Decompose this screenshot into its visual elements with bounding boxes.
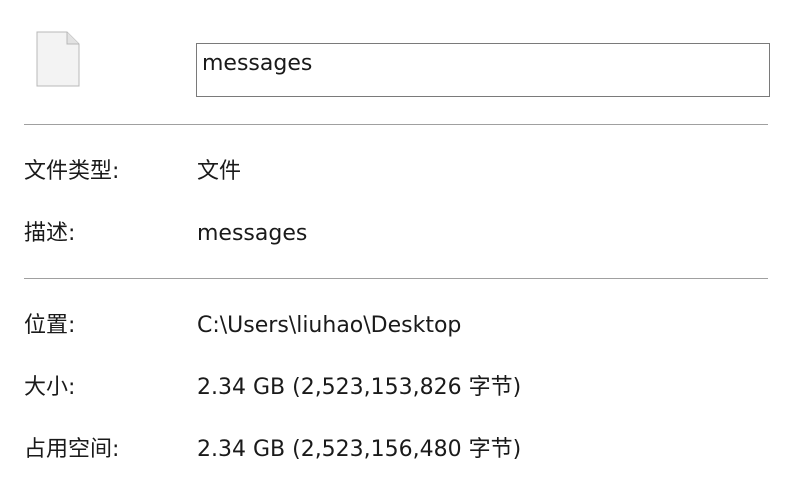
size-value: 2.34 GB (2,523,153,826 字节) (197, 375, 522, 400)
description-row: 描述: messages (0, 218, 795, 250)
size-on-disk-label: 占用空间: (24, 437, 120, 462)
file-type-label: 文件类型: (24, 159, 120, 184)
location-label: 位置: (24, 313, 76, 338)
location-value: C:\Users\liuhao\Desktop (197, 313, 462, 338)
size-on-disk-row: 占用空间: 2.34 GB (2,523,156,480 字节) (0, 434, 795, 466)
divider-middle (24, 278, 768, 279)
file-type-row: 文件类型: 文件 (0, 156, 795, 188)
file-type-value: 文件 (197, 159, 242, 184)
filename-input[interactable] (196, 43, 770, 97)
divider-top (24, 124, 768, 125)
location-row: 位置: C:\Users\liuhao\Desktop (0, 310, 795, 342)
size-row: 大小: 2.34 GB (2,523,153,826 字节) (0, 372, 795, 404)
size-on-disk-value: 2.34 GB (2,523,156,480 字节) (197, 437, 522, 462)
description-value: messages (197, 221, 308, 246)
size-label: 大小: (24, 375, 76, 400)
description-label: 描述: (24, 221, 76, 246)
generic-file-icon (36, 31, 80, 87)
